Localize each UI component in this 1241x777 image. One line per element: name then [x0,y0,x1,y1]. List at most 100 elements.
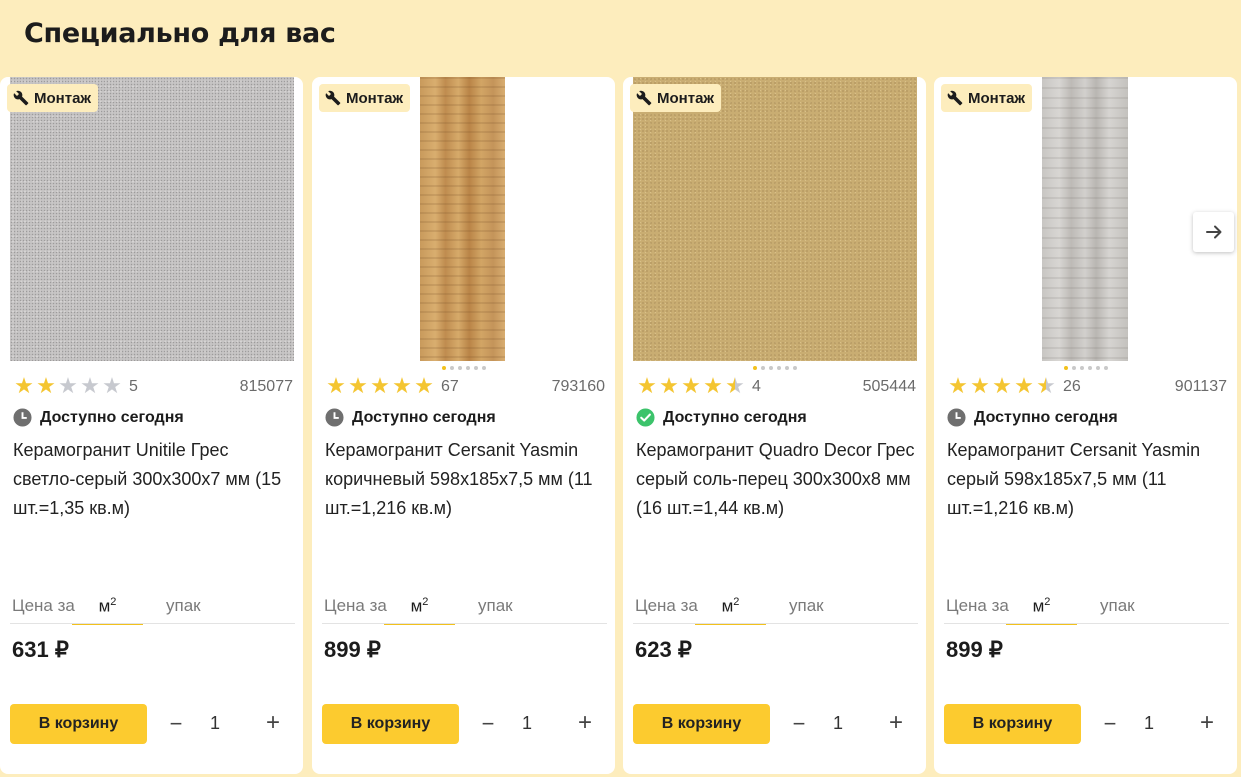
star-icon: ★ [414,374,434,399]
price-for-label: Цена за [946,596,1009,615]
availability-label: Доступно сегодня [663,408,807,426]
installation-badge: Монтаж [7,84,99,112]
qty-increase-button[interactable]: + [573,709,597,737]
availability: Доступно сегодня [947,408,1118,427]
product-price: 631 ₽ [12,637,69,662]
rating: ★ ★ ★ ★ ★ 5 [13,376,138,398]
gallery-dots[interactable] [312,366,615,370]
product-name[interactable]: Керамогранит Cersanit Yasmin серый 598x1… [947,436,1229,523]
price-unit-switch: Цена за м2 упак [312,591,615,625]
add-to-cart-button[interactable]: В корзину [10,704,147,744]
check-circle-icon [636,408,655,427]
product-card[interactable]: Монтаж ★ ★ ★ ★ ★ 26 901137 Доступно сего… [934,77,1237,774]
product-image[interactable] [633,77,917,361]
availability-label: Доступно сегодня [40,408,184,426]
product-sku: 793160 [551,378,605,395]
product-name[interactable]: Керамогранит Unitile Грес светло-серый 3… [13,436,295,523]
product-name[interactable]: Керамогранит Cersanit Yasmin коричневый … [325,436,607,523]
product-sku: 901137 [1174,378,1227,395]
star-icon: ★ [370,374,390,399]
star-icon: ★ [36,374,56,399]
availability-label: Доступно сегодня [974,408,1118,426]
price-unit-switch: Цена за м2 упак [934,591,1237,625]
product-card[interactable]: Монтаж ★ ★ ★ ★ ★ 67 793160 Доступно сего… [312,77,615,774]
qty-value[interactable]: 1 [1139,713,1159,734]
rating: ★ ★ ★ ★ ★ 4 [636,376,761,398]
badge-label: Монтаж [968,89,1026,107]
installation-badge: Монтаж [941,84,1033,112]
availability-label: Доступно сегодня [352,408,496,426]
review-count[interactable]: 67 [441,378,459,396]
product-price: 623 ₽ [635,637,692,662]
price-for-label: Цена за [12,596,75,615]
qty-value[interactable]: 1 [828,713,848,734]
badge-label: Монтаж [657,89,715,107]
product-image[interactable] [322,77,606,361]
add-to-cart-button[interactable]: В корзину [944,704,1081,744]
unit-m2-tab[interactable]: м2 [695,591,766,625]
rating: ★ ★ ★ ★ ★ 67 [325,376,459,398]
add-to-cart-button[interactable]: В корзину [322,704,459,744]
qty-increase-button[interactable]: + [884,709,908,737]
star-icon: ★ [102,374,122,399]
qty-value[interactable]: 1 [205,713,225,734]
qty-decrease-button[interactable]: − [166,711,186,737]
wrench-icon [325,90,341,106]
unit-pack-tab[interactable]: упак [478,596,513,616]
wrench-icon [13,90,29,106]
gallery-dots[interactable] [934,366,1237,370]
badge-label: Монтаж [346,89,404,107]
qty-decrease-button[interactable]: − [1100,711,1120,737]
product-name[interactable]: Керамогранит Quadro Decor Грес серый сол… [636,436,918,523]
product-sku: 505444 [862,378,916,395]
price-unit-switch: Цена за м2 упак [623,591,926,625]
badge-label: Монтаж [34,89,92,107]
divider [10,623,295,624]
unit-pack-tab[interactable]: упак [166,596,201,616]
star-icon: ★ [659,374,679,399]
availability: Доступно сегодня [636,408,807,427]
unit-m2-tab[interactable]: м2 [1006,591,1077,625]
review-count[interactable]: 26 [1063,378,1081,396]
price-for-label: Цена за [635,596,698,615]
availability: Доступно сегодня [13,408,184,427]
star-icon: ★ [681,374,701,399]
clock-icon [325,408,344,427]
product-image[interactable] [10,77,294,361]
product-card[interactable]: Монтаж ★ ★ ★ ★ ★ 5 815077 Доступно сегод… [0,77,303,774]
rating: ★ ★ ★ ★ ★ 26 [947,376,1081,398]
product-card[interactable]: Монтаж ★ ★ ★ ★ ★ 4 505444 Доступно сегод… [623,77,926,774]
unit-m2-tab[interactable]: м2 [384,591,455,625]
qty-increase-button[interactable]: + [261,709,285,737]
unit-pack-tab[interactable]: упак [789,596,824,616]
installation-badge: Монтаж [319,84,411,112]
unit-pack-tab[interactable]: упак [1100,596,1135,616]
review-count[interactable]: 5 [129,378,138,396]
star-icon: ★ [392,374,412,399]
review-count[interactable]: 4 [752,378,761,396]
star-icon: ★ [80,374,100,399]
star-icon: ★ [348,374,368,399]
price-for-label: Цена за [324,596,387,615]
carousel-next-button[interactable] [1193,212,1234,252]
gallery-dots[interactable] [623,366,926,370]
product-price: 899 ₽ [946,637,1003,662]
qty-decrease-button[interactable]: − [789,711,809,737]
divider [322,623,607,624]
product-sku: 815077 [239,378,293,395]
qty-decrease-button[interactable]: − [478,711,498,737]
star-icon: ★ [725,374,745,399]
wrench-icon [636,90,652,106]
product-image[interactable] [944,77,1228,361]
star-icon: ★ [703,374,723,399]
star-icon: ★ [948,374,968,399]
qty-value[interactable]: 1 [517,713,537,734]
star-icon: ★ [637,374,657,399]
add-to-cart-button[interactable]: В корзину [633,704,770,744]
star-icon: ★ [970,374,990,399]
unit-m2-tab[interactable]: м2 [72,591,143,625]
installation-badge: Монтаж [630,84,722,112]
qty-increase-button[interactable]: + [1195,709,1219,737]
divider [944,623,1229,624]
arrow-right-icon [1205,225,1221,239]
